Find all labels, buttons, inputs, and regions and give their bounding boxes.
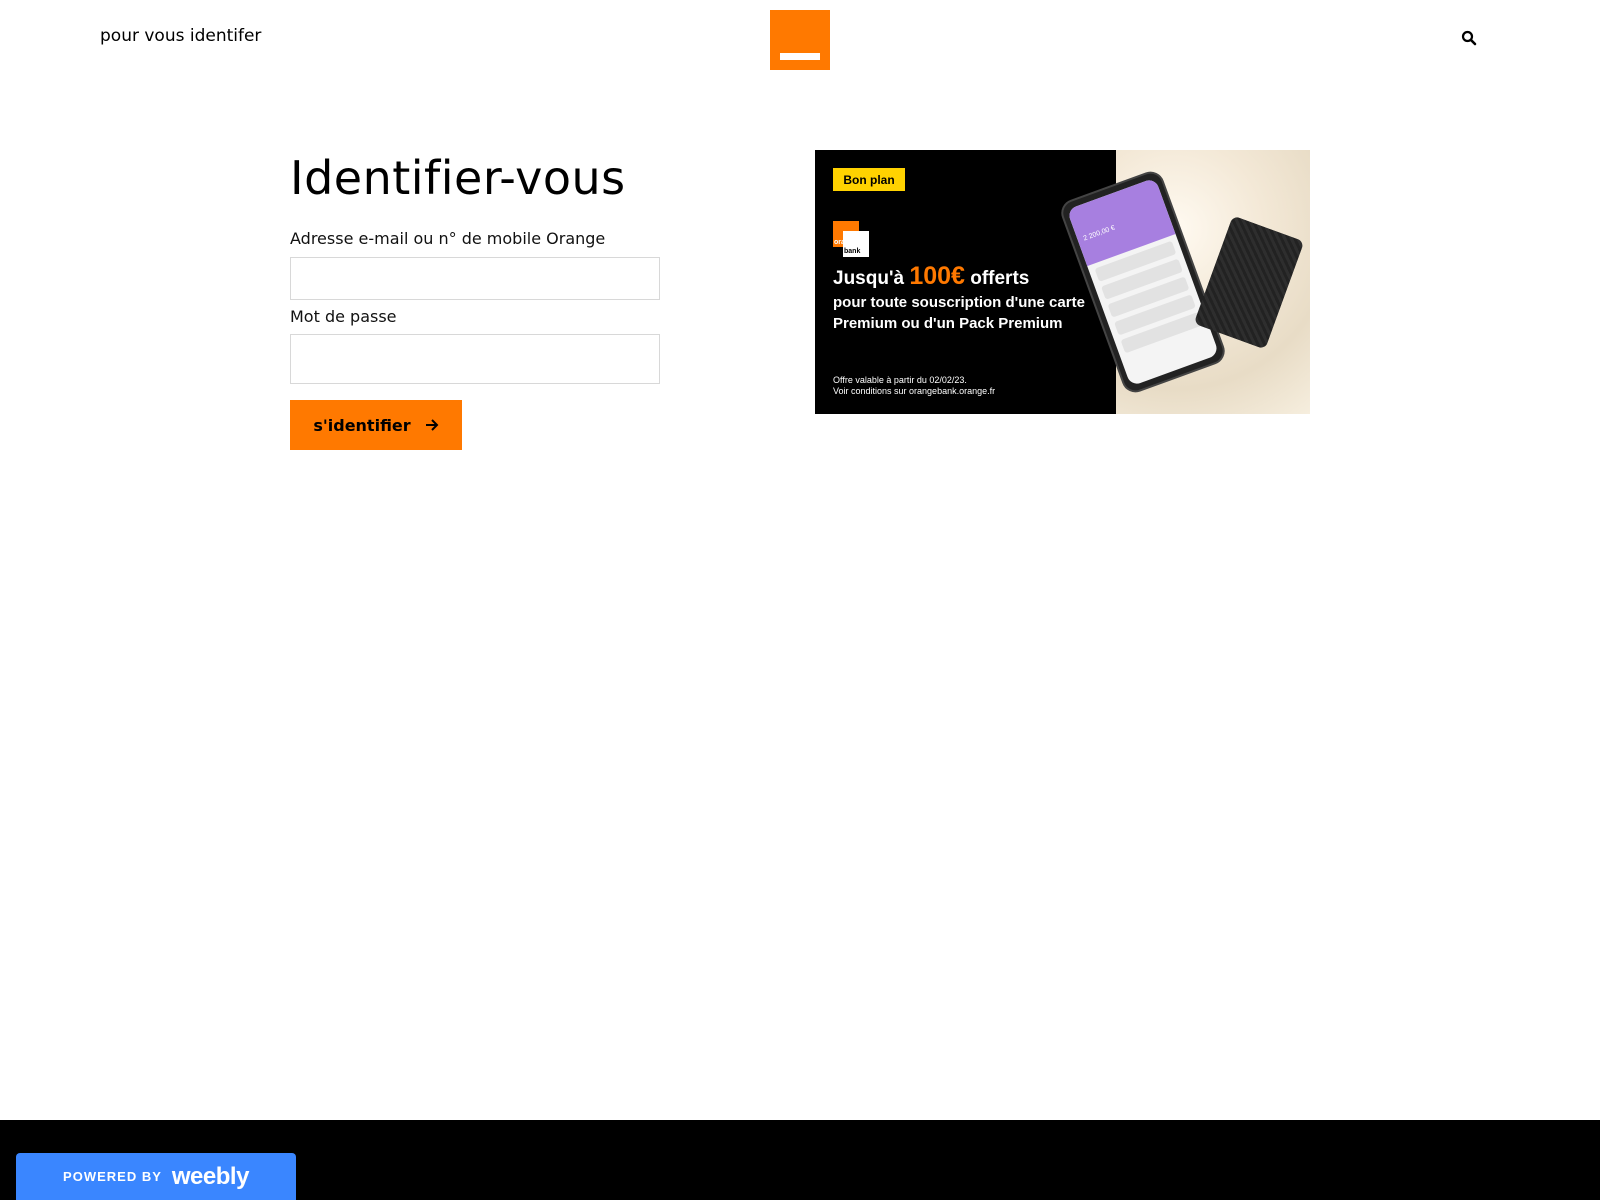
powered-by-weebly-badge[interactable]: POWERED BY weebly — [16, 1153, 296, 1200]
site-header: pour vous identifer — [0, 0, 1600, 80]
promo-sub-line1: pour toute souscription d'une carte — [833, 294, 1085, 311]
login-button[interactable]: s'identifier — [290, 400, 462, 450]
login-form: Identifier-vous Adresse e-mail ou n° de … — [290, 150, 670, 450]
fine-line1: Offre valable à partir du 02/02/23. — [833, 375, 967, 385]
logo-bar — [780, 53, 820, 60]
fine-line2: Voir conditions sur orangebank.orange.fr — [833, 386, 996, 396]
arrow-right-icon — [425, 419, 439, 431]
password-field[interactable] — [290, 334, 660, 384]
headline-amount: 100€ — [909, 262, 965, 290]
email-label: Adresse e-mail ou n° de mobile Orange — [290, 229, 606, 248]
search-icon[interactable] — [1461, 30, 1477, 46]
promo-fine-print: Offre valable à partir du 02/02/23. Voir… — [833, 375, 995, 397]
orange-bank-logo-bank: bank — [843, 231, 869, 257]
weebly-logo: weebly — [171, 1162, 250, 1190]
email-field[interactable] — [290, 257, 660, 300]
password-label: Mot de passe — [290, 307, 397, 326]
orange-logo[interactable] — [770, 10, 830, 70]
site-title[interactable]: pour vous identifer — [100, 26, 261, 46]
login-button-label: s'identifier — [313, 415, 411, 435]
promo-subtext: pour toute souscription d'une carte Prem… — [833, 292, 1085, 334]
headline-prefix: Jusqu'à — [833, 268, 905, 289]
powered-by-label: POWERED BY — [63, 1169, 162, 1184]
page-title: Identifier-vous — [290, 151, 626, 205]
promo-banner[interactable]: Bon plan orange bank Jusqu'à 100€ offert… — [815, 150, 1310, 414]
phone-balance: 2 200,00 € — [1082, 224, 1117, 243]
headline-suffix: offerts — [970, 268, 1030, 289]
promo-sub-line2: Premium ou d'un Pack Premium — [833, 315, 1063, 332]
promo-badge: Bon plan — [833, 168, 905, 191]
promo-headline: Jusqu'à 100€ offerts — [833, 262, 1029, 291]
